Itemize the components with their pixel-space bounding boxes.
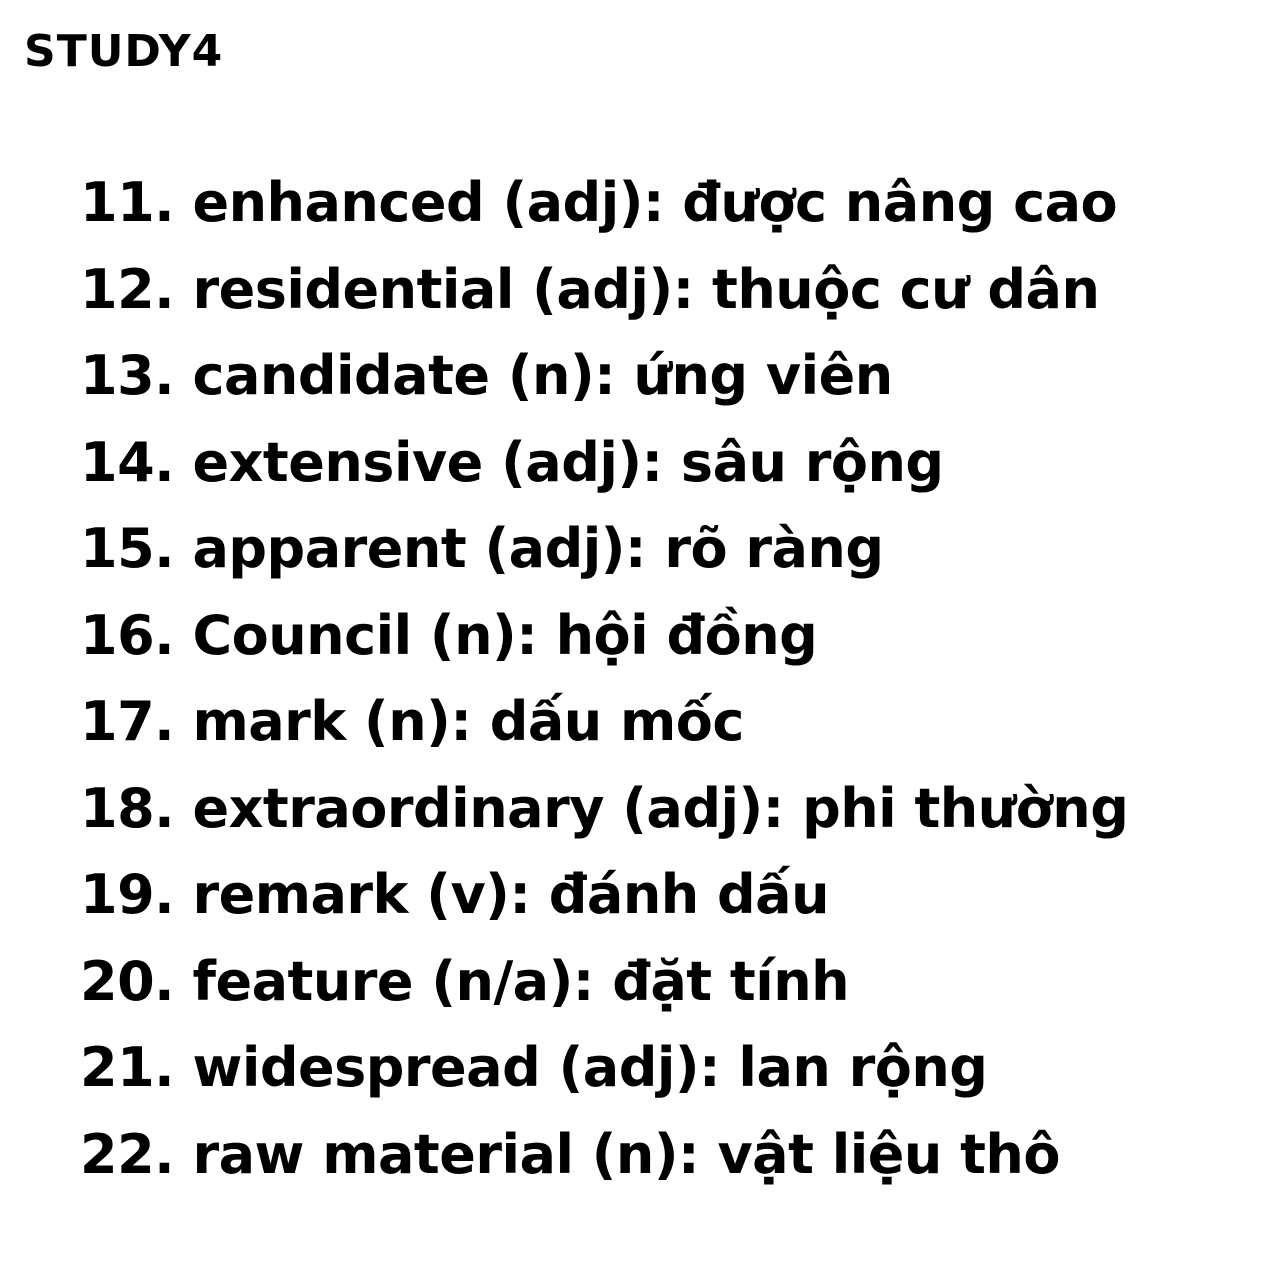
vocab-item: 14. extensive (adj): sâu rộng [80, 430, 944, 494]
vocab-item: 19. remark (v): đánh dấu [80, 863, 830, 926]
vocab-item: 21. widespread (adj): lan rộng [80, 1036, 988, 1099]
vocab-item: 12. residential (adj): thuộc cư dân [80, 257, 1100, 321]
vocab-item: 15. apparent (adj): rõ ràng [80, 517, 884, 580]
vocab-item: 22. raw material (n): vật liệu thô [80, 1122, 1060, 1186]
vocab-item: 11. enhanced (adj): được nâng cao [80, 171, 1118, 234]
vocab-item: 20. feature (n/a): đặt tính [80, 949, 850, 1013]
brand-logo-text: STUDY4 [24, 26, 224, 77]
vocab-item: 18. extraordinary (adj): phi thường [80, 776, 1129, 840]
vocabulary-list: 11. enhanced (adj): được nâng cao 12. re… [80, 160, 1129, 1198]
vocab-item: 13. candidate (n): ứng viên [80, 344, 893, 407]
page: STUDY4 11. enhanced (adj): được nâng cao… [0, 0, 1280, 1280]
vocab-item: 17. mark (n): dấu mốc [80, 690, 744, 753]
vocab-item: 16. Council (n): hội đồng [80, 603, 818, 667]
